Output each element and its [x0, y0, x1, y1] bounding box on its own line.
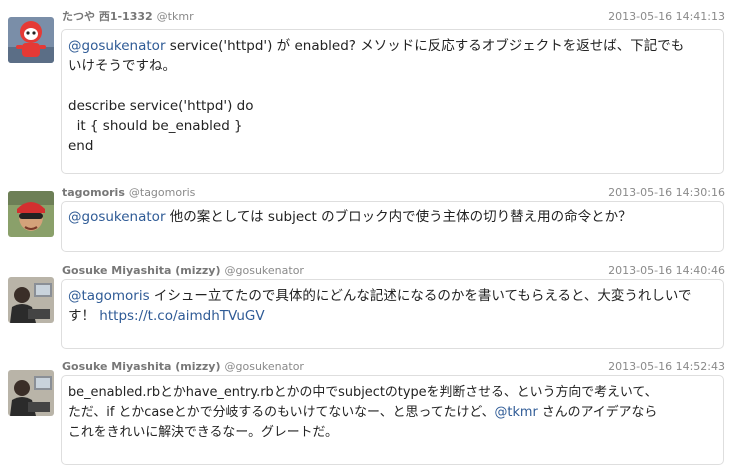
tweet-text-segment: イシュー立てたので具体的にどんな記述になるのかを書いてもらえると、大変うれしいで: [149, 288, 692, 304]
tweet-text-segment: これをきれいに解決できるなー。グレートだ。: [68, 425, 338, 440]
code-line: describe service('httpd') do: [68, 98, 254, 114]
tweet-text: @gosukenator service('httpd') が enabled?…: [61, 29, 724, 174]
user-handle[interactable]: @gosukenator: [225, 264, 304, 277]
tweet-text-segment: さんのアイデアなら: [537, 405, 658, 420]
avatar[interactable]: [8, 191, 54, 237]
user-name[interactable]: Gosuke Miyashita (mizzy): [62, 264, 221, 277]
mention-link[interactable]: @gosukenator: [68, 209, 166, 225]
user-name[interactable]: tagomoris: [62, 186, 125, 199]
timestamp[interactable]: 2013-05-16 14:41:13: [608, 9, 725, 25]
tweet-text-segment: service('httpd') が enabled? メソッドに反応するオブジ…: [165, 38, 685, 54]
user-handle[interactable]: @tkmr: [157, 10, 194, 23]
tweet-text: be_enabled.rbとかhave_entry.rbとかの中でsubject…: [61, 375, 724, 465]
tweet-text-segment: いけそうですね。: [68, 58, 176, 74]
mention-link[interactable]: @gosukenator: [68, 38, 166, 54]
url-link[interactable]: https://t.co/aimdhTVuGV: [99, 308, 264, 324]
user-handle[interactable]: @tagomoris: [129, 186, 196, 199]
user-name[interactable]: Gosuke Miyashita (mizzy): [62, 360, 221, 373]
avatar[interactable]: [8, 370, 54, 416]
user-handle[interactable]: @gosukenator: [225, 360, 304, 373]
code-line: end: [68, 138, 94, 154]
timestamp[interactable]: 2013-05-16 14:40:46: [608, 263, 725, 279]
tweet-text: @gosukenator 他の案としては subject のブロック内で使う主体…: [61, 201, 724, 252]
tweet-text: @tagomoris イシュー立てたので具体的にどんな記述になるのかを書いてもら…: [61, 279, 724, 349]
avatar[interactable]: [8, 277, 54, 323]
tweet-header: tagomoris @tagomoris 2013-05-16 14:30:16: [62, 185, 725, 201]
avatar[interactable]: [8, 17, 54, 63]
code-line: it { should be_enabled }: [68, 118, 243, 134]
tweet-text-segment: be_enabled.rbとかhave_entry.rbとかの中でsubject…: [68, 385, 658, 400]
tweet-text-segment: ただ、if とかcaseとかで分岐するのもいけてないなー、と思ってたけど、: [68, 405, 495, 420]
user-name[interactable]: たつや 西1-1332: [62, 10, 153, 23]
tweet-header: Gosuke Miyashita (mizzy) @gosukenator 201…: [62, 263, 725, 279]
tweet-text-segment: 他の案としては subject のブロック内で使う主体の切り替え用の命令とか？: [165, 209, 632, 225]
timestamp[interactable]: 2013-05-16 14:52:43: [608, 359, 725, 375]
tweet-header: Gosuke Miyashita (mizzy) @gosukenator 201…: [62, 359, 725, 375]
timestamp[interactable]: 2013-05-16 14:30:16: [608, 185, 725, 201]
mention-link[interactable]: @tagomoris: [68, 288, 150, 304]
tweet-header: たつや 西1-1332 @tkmr 2013-05-16 14:41:13: [62, 9, 725, 25]
mention-link[interactable]: @tkmr: [495, 405, 538, 420]
tweet-text-segment: す！: [68, 308, 100, 324]
